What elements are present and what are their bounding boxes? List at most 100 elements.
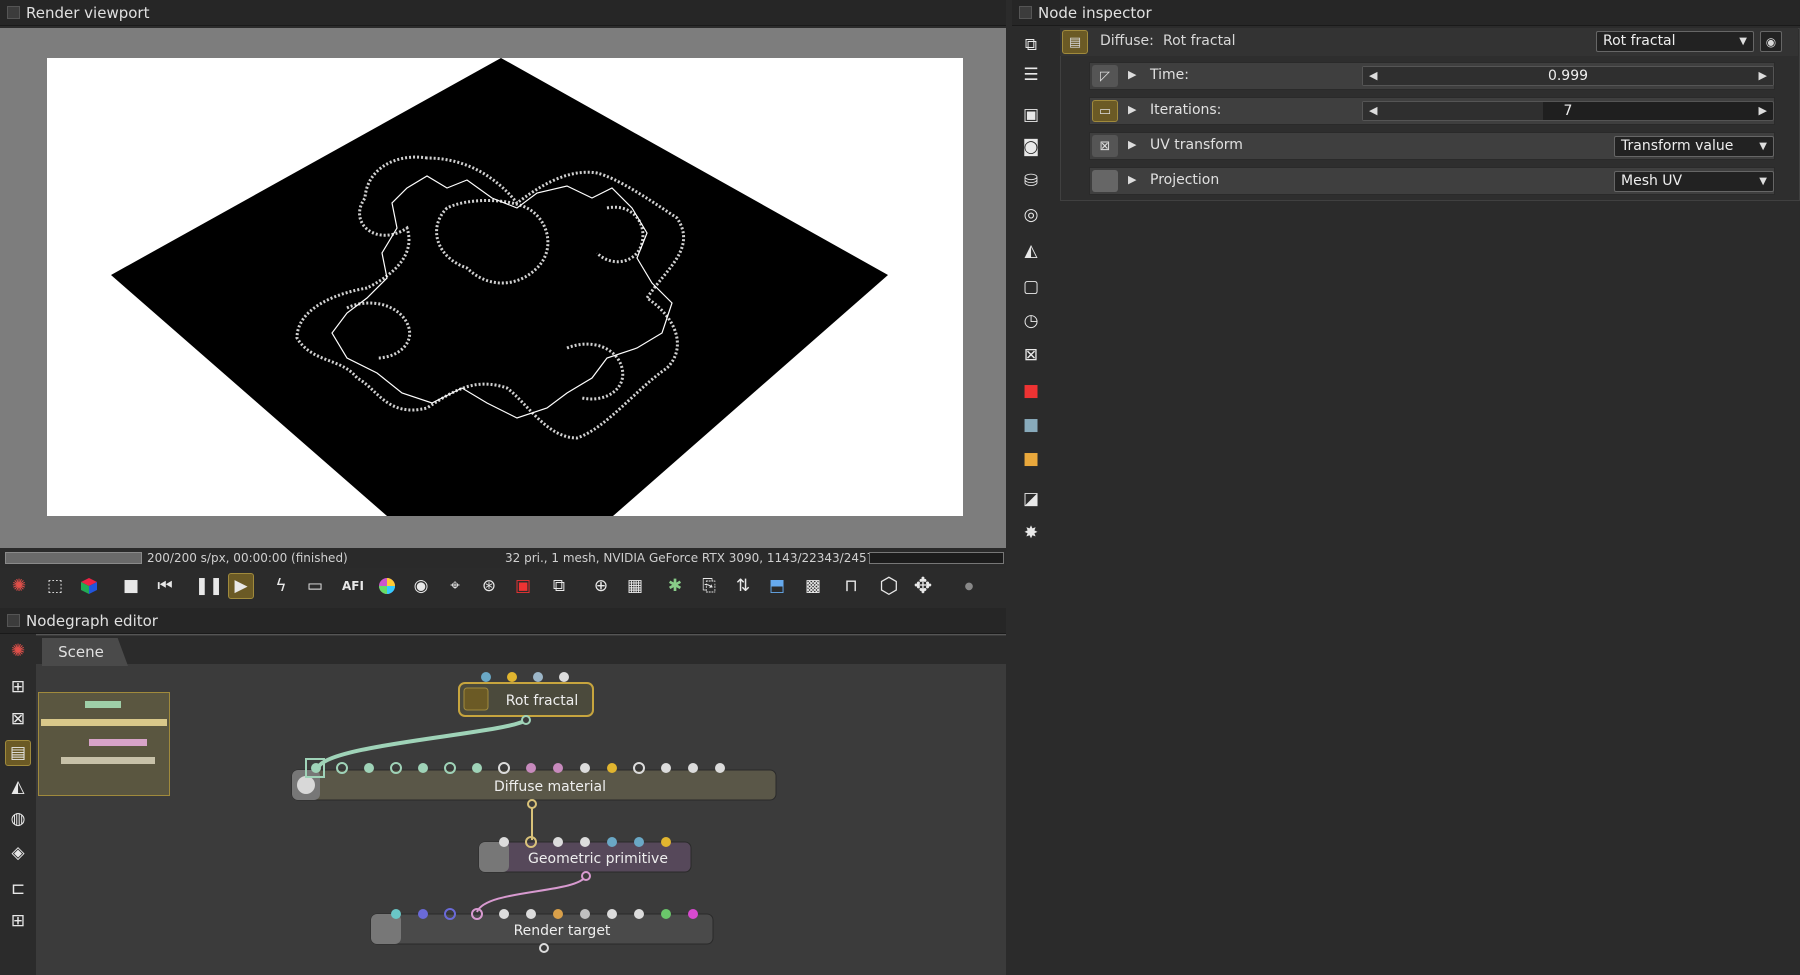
node-rot-fractal[interactable]: Rot fractal	[458, 672, 594, 725]
afi-icon[interactable]: AFI	[340, 573, 366, 599]
spinner-icon[interactable]: ✱	[662, 573, 688, 599]
rewind-icon[interactable]: ⏮	[152, 573, 178, 599]
node-render-target[interactable]: Render target	[370, 908, 714, 953]
geometry-icon[interactable]: ◭	[1020, 240, 1042, 262]
black-plane	[111, 58, 888, 516]
monitor-icon[interactable]: ▭	[302, 573, 328, 599]
camera-icon[interactable]: ◙	[1020, 136, 1042, 158]
expand-icon[interactable]: ▶	[1128, 68, 1136, 81]
expand-icon[interactable]: ▶	[1128, 138, 1136, 151]
octane-logo-icon[interactable]: ✺	[5, 638, 31, 664]
transform-param-icon: ⊠	[1092, 135, 1118, 157]
projection-value: Mesh UV	[1621, 173, 1683, 189]
param-label-uv-transform: UV transform	[1150, 137, 1243, 153]
play-icon[interactable]: ▶	[228, 573, 254, 599]
color-cube-icon[interactable]	[76, 573, 102, 599]
node-type-dropdown[interactable]: Rot fractal ▼	[1596, 31, 1754, 52]
texture-node-icon[interactable]: ▤	[5, 740, 31, 766]
inspector-row-iterations: ▭ ▶ Iterations: ◀ 7 ▶	[1089, 97, 1775, 125]
panel-checkbox-icon[interactable]	[1019, 6, 1032, 19]
time-slider[interactable]: ◀ 0.999 ▶	[1362, 66, 1774, 86]
increment-icon[interactable]: ▶	[1759, 69, 1767, 82]
geometry-node-icon[interactable]: ◭	[5, 774, 31, 800]
link-geometry-target	[476, 875, 587, 913]
import-icon[interactable]: ⇅	[730, 573, 756, 599]
node-geometric-primitive[interactable]: Geometric primitive	[478, 836, 692, 881]
node-type-value: Rot fractal	[1603, 33, 1676, 49]
node-label-diffuse-material: Diffuse material	[494, 779, 606, 795]
list-icon[interactable]: ☰	[1020, 64, 1042, 86]
iterations-slider[interactable]: ◀ 7 ▶	[1362, 101, 1774, 121]
stack-icon[interactable]: ⧉	[1020, 34, 1042, 56]
material-node-icon[interactable]: ◍	[5, 806, 31, 832]
cube-icon[interactable]: ⬡	[876, 573, 902, 599]
emission-node-icon[interactable]: ◈	[5, 840, 31, 866]
projection-param-icon	[1092, 170, 1118, 192]
picture-icon[interactable]: ◪	[1020, 488, 1042, 510]
film-icon[interactable]: ▢	[1020, 276, 1042, 298]
render-image[interactable]	[47, 58, 963, 516]
material-picker-icon[interactable]: ⌖	[442, 573, 468, 599]
orange-cube-icon[interactable]: ■	[1020, 448, 1042, 470]
clock-icon[interactable]: ◷	[1020, 310, 1042, 332]
color-wheel-icon[interactable]	[374, 573, 400, 599]
snapshot-icon[interactable]: ▩	[800, 573, 826, 599]
render-viewport-titlebar: Render viewport	[0, 0, 1006, 26]
render-status-right: 32 pri., 1 mesh, NVIDIA GeForce RTX 3090…	[505, 551, 905, 565]
dot-icon[interactable]: ●	[956, 573, 982, 599]
graph-layout-icon[interactable]: ⊞	[5, 674, 31, 700]
stop-icon[interactable]: ■	[118, 573, 144, 599]
uv-transform-dropdown[interactable]: Transform value ▼	[1614, 136, 1774, 157]
expand-icon[interactable]: ▶	[1128, 103, 1136, 116]
gpu-memory-bar	[869, 552, 1004, 564]
nodegraph-titlebar: Nodegraph editor	[0, 608, 1006, 634]
inspector-header-node: Rot fractal	[1163, 33, 1236, 49]
node-diffuse-material[interactable]: Diffuse material	[291, 758, 777, 809]
pause-icon[interactable]: ❚❚	[195, 573, 224, 599]
panel-checkbox-icon[interactable]	[7, 6, 20, 19]
graph-group-icon[interactable]: ⊠	[5, 706, 31, 732]
texture-node-icon: ▤	[1062, 30, 1088, 54]
red-cube-icon[interactable]: ■	[1020, 380, 1042, 402]
grid-node-icon[interactable]: ⊞	[5, 908, 31, 934]
lock-icon[interactable]: ⊓	[838, 573, 864, 599]
param-label-iterations: Iterations:	[1150, 102, 1222, 118]
sphere-stack-icon[interactable]: ◎	[1020, 204, 1042, 226]
chevron-down-icon: ▼	[1759, 141, 1767, 152]
inspector-row-projection: ▶ Projection Mesh UV ▼	[1089, 167, 1775, 195]
octane-logo-icon[interactable]: ✺	[6, 573, 32, 599]
stack-node-icon[interactable]: ⊏	[5, 876, 31, 902]
frame-icon[interactable]: ▦	[622, 573, 648, 599]
lightning-icon[interactable]: ϟ	[268, 573, 294, 599]
image-icon[interactable]: ▣	[1020, 104, 1042, 126]
camera-picker-icon[interactable]: ⧉	[546, 573, 572, 599]
link-fractal-diffuse	[316, 718, 528, 770]
export-icon[interactable]: ⬒	[764, 573, 790, 599]
nodegraph-editor-title: Nodegraph editor	[26, 611, 158, 630]
expand-icon[interactable]: ▶	[1128, 173, 1136, 186]
render-toolbar: ✺ ⬚ ■ ⏮ ❚❚ ▶ ϟ ▭ AFI ◉ ⌖ ⊛ ▣ ⧉ ⊕ ▦ ✱ ⎘ ⇅…	[0, 568, 1006, 604]
render-canvas	[111, 58, 888, 516]
move-icon[interactable]: ✥	[910, 573, 936, 599]
environment-icon[interactable]: ⛁	[1020, 170, 1042, 192]
eye-icon[interactable]: ◉	[1760, 31, 1782, 52]
increment-icon[interactable]: ▶	[1759, 104, 1767, 117]
node-label-rot-fractal: Rot fractal	[506, 693, 579, 709]
region-render-icon[interactable]: ⬚	[42, 573, 68, 599]
copy-icon[interactable]: ⎘	[696, 573, 722, 599]
inspector-header-label: Diffuse:	[1100, 33, 1154, 49]
sphere-icon[interactable]: ◉	[408, 573, 434, 599]
object-picker-icon[interactable]: ⊛	[476, 573, 502, 599]
chevron-down-icon: ▼	[1759, 176, 1767, 187]
inspector-sidebar: ⧉ ☰ ▣ ◙ ⛁ ◎ ◭ ▢ ◷ ⊠ ■ ■ ■ ◪ ✸	[1012, 28, 1050, 975]
zoom-icon[interactable]: ⊕	[588, 573, 614, 599]
light-icon[interactable]: ✸	[1020, 522, 1042, 544]
transform-icon[interactable]: ⊠	[1020, 344, 1042, 366]
tab-scene[interactable]: Scene	[42, 638, 128, 666]
red-cube-icon[interactable]: ▣	[510, 573, 536, 599]
projection-dropdown[interactable]: Mesh UV ▼	[1614, 171, 1774, 192]
panel-checkbox-icon[interactable]	[7, 614, 20, 627]
blue-cube-icon[interactable]: ■	[1020, 414, 1042, 436]
iterations-value: 7	[1563, 103, 1573, 119]
node-inspector-titlebar: Node inspector	[1012, 0, 1800, 26]
